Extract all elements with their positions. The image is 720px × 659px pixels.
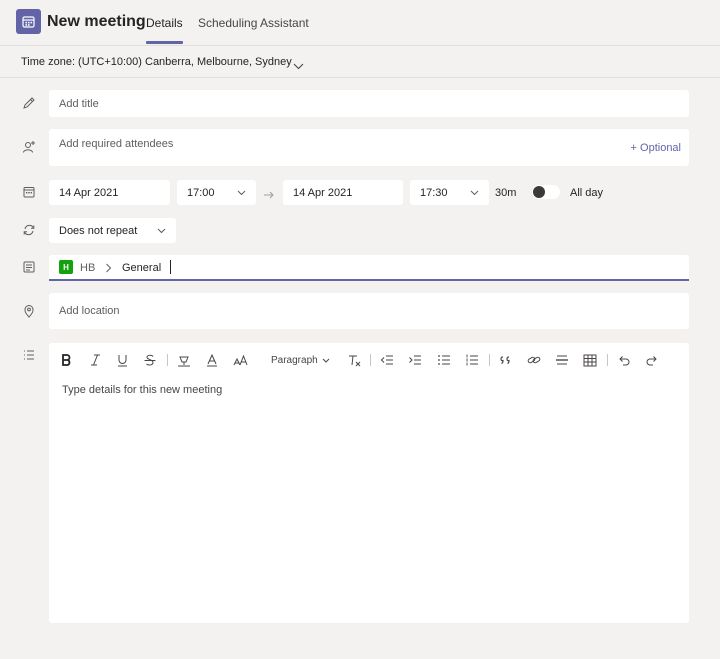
timezone-label: Time zone: (UTC+10:00) Canberra, Melbour… — [21, 56, 292, 68]
font-color-icon[interactable] — [205, 352, 219, 368]
details-list-icon — [22, 348, 36, 362]
tab-details-label: Details — [146, 16, 183, 30]
tab-scheduling-assistant-label: Scheduling Assistant — [198, 16, 309, 30]
chevron-right-icon — [105, 263, 112, 276]
toolbar-divider — [370, 354, 371, 366]
toolbar-divider — [489, 354, 490, 366]
paragraph-style-label: Paragraph — [271, 355, 318, 366]
tab-scheduling-assistant[interactable]: Scheduling Assistant — [198, 16, 309, 30]
decrease-indent-icon[interactable] — [379, 352, 395, 368]
location-input[interactable]: Add location — [49, 293, 689, 329]
calendar-app-icon — [16, 9, 41, 34]
arrow-right-icon — [263, 187, 275, 205]
title-placeholder: Add title — [59, 97, 99, 110]
details-editor[interactable]: Paragraph Type details for this new meet… — [49, 343, 689, 623]
page-title: New meeting — [47, 13, 146, 30]
start-date-input[interactable]: 14 Apr 2021 — [49, 180, 170, 205]
horizontal-rule-icon[interactable] — [554, 352, 570, 368]
highlight-icon[interactable] — [176, 352, 192, 368]
header: New meeting Details Scheduling Assistant — [0, 0, 720, 46]
tab-details[interactable]: Details — [146, 16, 183, 44]
start-time-value: 17:00 — [187, 186, 215, 199]
start-date-value: 14 Apr 2021 — [59, 186, 119, 199]
start-time-select[interactable]: 17:00 — [177, 180, 256, 205]
location-placeholder: Add location — [59, 305, 120, 317]
end-time-value: 17:30 — [420, 186, 448, 199]
timezone-bar[interactable]: Time zone: (UTC+10:00) Canberra, Melbour… — [0, 47, 720, 78]
quote-icon[interactable] — [498, 352, 514, 368]
underline-icon[interactable] — [115, 352, 129, 368]
editor-toolbar: Paragraph — [49, 343, 689, 377]
all-day-toggle[interactable] — [532, 185, 560, 199]
active-tab-indicator — [146, 41, 183, 44]
repeat-icon — [22, 223, 36, 237]
pencil-icon — [22, 96, 36, 110]
toolbar-divider — [607, 354, 608, 366]
channel-name: General — [122, 262, 162, 274]
strikethrough-icon[interactable] — [143, 352, 157, 368]
end-date-input[interactable]: 14 Apr 2021 — [283, 180, 403, 205]
redo-icon[interactable] — [644, 352, 660, 368]
attendees-input[interactable]: Add required attendees + Optional — [49, 129, 689, 166]
clear-format-icon[interactable] — [346, 352, 362, 368]
numbered-list-icon[interactable] — [464, 352, 480, 368]
attendees-placeholder: Add required attendees — [59, 137, 174, 150]
calendar-icon — [22, 185, 36, 199]
title-input[interactable]: Add title — [49, 90, 689, 117]
team-name: HB — [80, 262, 96, 274]
chevron-down-icon — [470, 187, 479, 199]
italic-icon[interactable] — [88, 352, 102, 368]
toolbar-divider — [167, 354, 168, 366]
optional-attendees-link[interactable]: + Optional — [631, 142, 681, 154]
add-person-icon — [22, 140, 36, 154]
link-icon[interactable] — [526, 352, 542, 368]
chevron-down-icon — [323, 358, 330, 363]
team-avatar: H — [59, 260, 73, 274]
all-day-label: All day — [570, 187, 604, 199]
location-pin-icon — [22, 304, 36, 318]
end-time-select[interactable]: 17:30 — [410, 180, 489, 205]
duration-label: 30m — [495, 187, 517, 199]
repeat-value: Does not repeat — [59, 224, 138, 237]
increase-indent-icon[interactable] — [407, 352, 423, 368]
bulleted-list-icon[interactable] — [436, 352, 452, 368]
font-size-icon[interactable] — [232, 352, 248, 368]
end-date-value: 14 Apr 2021 — [293, 186, 353, 199]
repeat-select[interactable]: Does not repeat — [49, 218, 176, 243]
text-caret — [170, 260, 171, 274]
chevron-down-icon — [293, 57, 304, 75]
table-icon[interactable] — [582, 352, 598, 368]
chevron-down-icon — [237, 187, 246, 199]
toggle-knob — [533, 186, 545, 198]
bold-icon[interactable] — [59, 352, 73, 368]
channel-icon — [22, 260, 36, 274]
undo-icon[interactable] — [616, 352, 632, 368]
details-placeholder: Type details for this new meeting — [62, 384, 223, 396]
chevron-down-icon — [157, 225, 166, 237]
paragraph-style-dropdown[interactable]: Paragraph — [271, 355, 330, 366]
channel-input[interactable]: H HB General — [49, 255, 689, 281]
